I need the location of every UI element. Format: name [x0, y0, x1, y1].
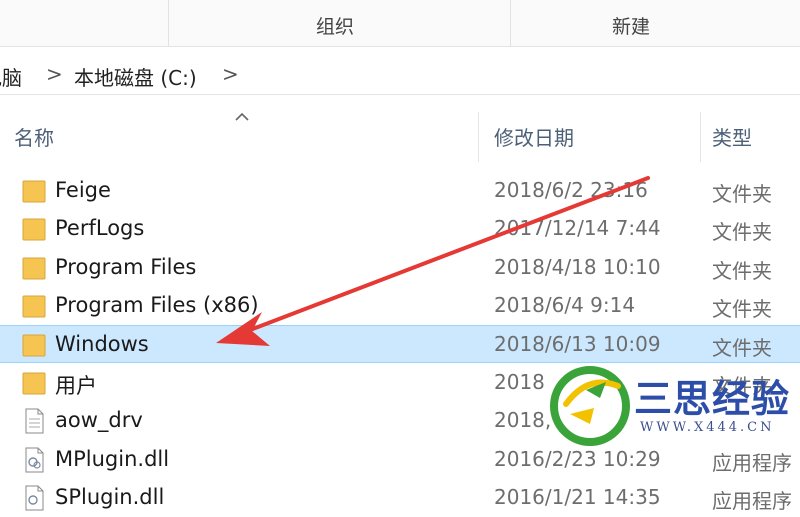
breadcrumb-chevron-icon[interactable]: > — [222, 62, 239, 86]
column-header-type[interactable]: 类型 — [712, 122, 752, 151]
file-row[interactable]: SPlugin.dll 2016/1/21 14:35 应用程序 — [0, 479, 800, 517]
column-divider[interactable] — [700, 112, 701, 162]
ribbon-separator — [168, 0, 169, 46]
file-type: 文件夹 — [712, 182, 772, 206]
folder-icon — [22, 218, 46, 241]
watermark-url: WWW.X444.CN — [640, 420, 775, 435]
folder-icon — [22, 372, 46, 395]
file-icon — [25, 408, 44, 434]
ribbon-separator — [510, 0, 511, 46]
breadcrumb-chevron-icon[interactable]: > — [46, 62, 63, 86]
file-name[interactable]: SPlugin.dll — [55, 485, 164, 509]
file-row[interactable]: Program Files 2018/4/18 10:10 文件夹 — [0, 249, 800, 287]
file-name[interactable]: PerfLogs — [55, 216, 144, 240]
watermark: 三思经验 WWW.X444.CN — [548, 362, 800, 454]
folder-icon — [22, 180, 46, 203]
file-name[interactable]: Feige — [55, 178, 111, 202]
file-row[interactable]: Program Files (x86) 2018/6/4 9:14 文件夹 — [0, 287, 800, 325]
file-row[interactable]: PerfLogs 2017/12/14 7:44 文件夹 — [0, 210, 800, 248]
file-date: 2018, — [494, 408, 552, 432]
folder-icon — [22, 257, 46, 280]
file-name[interactable]: aow_drv — [55, 408, 143, 432]
dll-icon — [25, 485, 44, 511]
watermark-logo-icon — [550, 366, 630, 446]
file-date: 2018 — [494, 370, 545, 394]
file-type: 文件夹 — [712, 220, 772, 244]
folder-icon — [22, 295, 46, 318]
file-name[interactable]: Windows — [55, 332, 149, 356]
breadcrumb-local-disk[interactable]: 本地磁盘 (C:) — [74, 62, 197, 91]
column-header: 名称 修改日期 类型 — [0, 104, 800, 162]
file-date: 2018/6/2 23:16 — [494, 178, 648, 202]
file-type: 文件夹 — [712, 297, 772, 321]
folder-icon — [22, 334, 46, 357]
breadcrumb-this-pc[interactable]: 电脑 — [0, 62, 22, 91]
ribbon-group-new[interactable]: 新建 — [612, 12, 650, 39]
ribbon-group-organize[interactable]: 组织 — [316, 12, 354, 39]
column-header-modified[interactable]: 修改日期 — [494, 122, 574, 151]
dll-icon — [25, 447, 44, 473]
file-date: 2017/12/14 7:44 — [494, 216, 661, 240]
file-row-selected[interactable]: Windows 2018/6/13 10:09 文件夹 — [0, 325, 800, 363]
file-date: 2018/4/18 10:10 — [494, 255, 661, 279]
column-divider[interactable] — [478, 112, 479, 162]
address-bar[interactable]: 电脑 > 本地磁盘 (C:) > — [0, 56, 800, 95]
file-row[interactable]: Feige 2018/6/2 23:16 文件夹 — [0, 172, 800, 210]
ribbon-bar: 组织 新建 — [0, 0, 800, 47]
file-date: 2018/6/13 10:09 — [494, 332, 661, 356]
file-name[interactable]: Program Files — [55, 255, 196, 279]
file-date: 2018/6/4 9:14 — [494, 293, 636, 317]
sort-ascending-icon — [235, 112, 249, 121]
file-name[interactable]: 用户 — [55, 370, 97, 400]
watermark-text: 三思经验 — [634, 377, 791, 421]
file-name[interactable]: MPlugin.dll — [55, 447, 169, 471]
file-name[interactable]: Program Files (x86) — [55, 293, 259, 317]
file-type: 文件夹 — [712, 336, 772, 360]
file-date: 2016/1/21 14:35 — [494, 485, 661, 509]
file-type: 文件夹 — [712, 259, 772, 283]
column-header-name[interactable]: 名称 — [14, 122, 54, 151]
